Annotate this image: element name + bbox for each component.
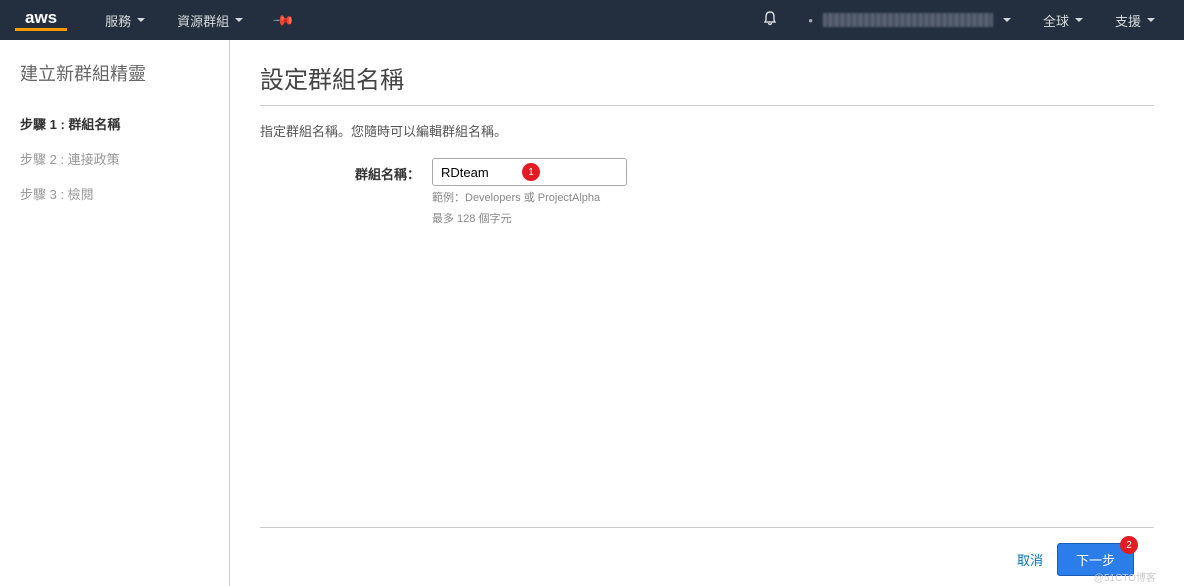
nav-region-label: 全球 [1043, 11, 1069, 30]
main-content: 設定群組名稱 指定群組名稱。您隨時可以編輯群組名稱。 群組名稱： 1 範例：De… [230, 40, 1164, 586]
caret-down-icon [1003, 18, 1011, 22]
nav-resource-groups[interactable]: 資源群組 [163, 11, 257, 30]
title-divider [260, 105, 1154, 106]
nav-resource-groups-label: 資源群組 [177, 11, 229, 30]
annotation-marker-1: 1 [522, 163, 540, 181]
group-name-input-wrap: 1 範例：Developers 或 ProjectAlpha 最多 128 個字… [432, 158, 627, 227]
caret-down-icon [1075, 18, 1083, 22]
topnav-right: • 全球 支援 [750, 10, 1169, 31]
watermark: @51CTO博客 [1094, 569, 1156, 584]
wizard-step-3[interactable]: 步驟 3 : 檢閱 [20, 176, 219, 211]
page-body: 建立新群組精靈 步驟 1 : 群組名稱 步驟 2 : 連接政策 步驟 3 : 檢… [0, 40, 1184, 586]
cancel-button[interactable]: 取消 [1017, 550, 1043, 569]
wizard-sidebar: 建立新群組精靈 步驟 1 : 群組名稱 步驟 2 : 連接政策 步驟 3 : 檢… [20, 40, 230, 586]
page-title: 設定群組名稱 [260, 60, 1154, 95]
nav-services-label: 服務 [105, 11, 131, 30]
pin-icon: 📌 [272, 8, 296, 32]
nav-services[interactable]: 服務 [91, 11, 159, 30]
nav-support-label: 支援 [1115, 11, 1141, 30]
caret-down-icon [1147, 18, 1155, 22]
account-dot: • [808, 13, 813, 28]
top-navigation: aws 服務 資源群組 📌 • 全球 支援 [0, 0, 1184, 40]
helper-example: 範例：Developers 或 ProjectAlpha [432, 190, 627, 207]
account-name-redacted [823, 13, 993, 27]
wizard-step-2[interactable]: 步驟 2 : 連接政策 [20, 141, 219, 176]
nav-region[interactable]: 全球 [1029, 11, 1097, 30]
wizard-step-1[interactable]: 步驟 1 : 群組名稱 [20, 106, 219, 141]
aws-logo[interactable]: aws [15, 9, 67, 31]
notifications-icon[interactable] [750, 10, 790, 31]
nav-pin[interactable]: 📌 [261, 12, 306, 29]
group-name-label: 群組名稱： [260, 158, 420, 183]
caret-down-icon [137, 18, 145, 22]
nav-account[interactable]: • [794, 13, 1025, 28]
nav-support[interactable]: 支援 [1101, 11, 1169, 30]
wizard-title: 建立新群組精靈 [20, 60, 219, 86]
group-name-row: 群組名稱： 1 範例：Developers 或 ProjectAlpha 最多 … [260, 158, 1154, 227]
annotation-marker-2: 2 [1120, 536, 1138, 554]
footer-actions: 取消 下一步 2 [260, 543, 1154, 576]
page-subtitle: 指定群組名稱。您隨時可以編輯群組名稱。 [260, 121, 1154, 140]
next-button-label: 下一步 [1076, 553, 1115, 568]
topnav-left: aws 服務 資源群組 📌 [15, 9, 307, 31]
helper-maxlen: 最多 128 個字元 [432, 211, 627, 228]
caret-down-icon [235, 18, 243, 22]
footer-divider [260, 527, 1154, 528]
